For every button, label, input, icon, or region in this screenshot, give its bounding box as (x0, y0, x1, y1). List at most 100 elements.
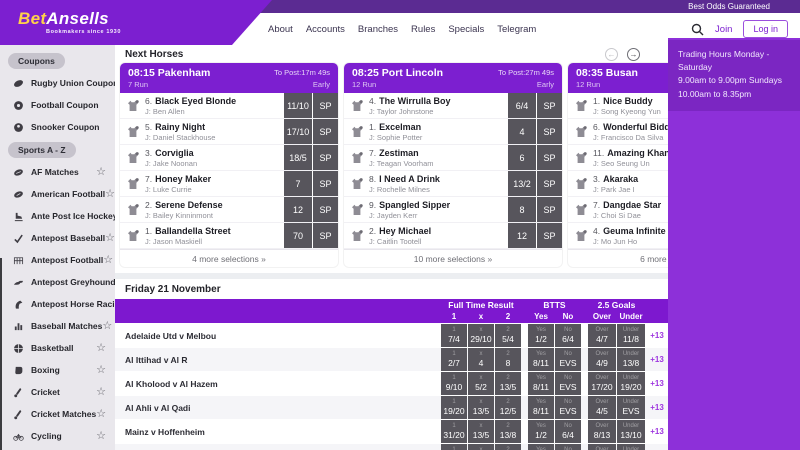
next-races-button[interactable]: → (627, 47, 640, 61)
fixture-match-name[interactable]: Al Ahli v Al Qadi (115, 396, 440, 419)
sidebar-item-boxing[interactable]: Boxing ☆ (0, 359, 115, 381)
price-odds-button[interactable]: 8 (508, 197, 536, 222)
sp-odds-button[interactable]: SP (536, 119, 562, 144)
favourite-star-icon[interactable]: ☆ (96, 430, 106, 442)
fixture-odds-button[interactable]: No 6/4 (555, 420, 581, 443)
more-markets-count[interactable]: +13 (646, 324, 668, 347)
sidebar-item-ante-post-ice-hockey[interactable]: Ante Post Ice Hockey☆ (0, 205, 115, 227)
fixture-odds-button[interactable]: Yes 1/2 (528, 420, 554, 443)
sp-odds-button[interactable]: SP (312, 93, 338, 118)
sp-odds-button[interactable]: SP (312, 197, 338, 222)
favourite-star-icon[interactable]: ☆ (96, 342, 106, 354)
more-markets-count[interactable]: +13 (646, 420, 668, 443)
sidebar-item-baseball-matches[interactable]: Baseball Matches ☆ (0, 315, 115, 337)
fixture-odds-button[interactable]: Yes 1/2 (528, 324, 554, 347)
more-selections-link[interactable]: 4 more selections » (120, 249, 338, 267)
favourite-star-icon[interactable]: ☆ (102, 320, 112, 332)
prev-races-button[interactable]: ← (605, 47, 618, 61)
fixture-odds-button[interactable]: No EVS (555, 348, 581, 371)
price-odds-button[interactable]: 11/10 (284, 93, 312, 118)
nav-link-about[interactable]: About (268, 24, 293, 35)
price-odds-button[interactable]: 4 (508, 119, 536, 144)
sidebar-item-cycling[interactable]: Cycling ☆ (0, 425, 115, 447)
price-odds-button[interactable]: 70 (284, 223, 312, 248)
sidebar-item-antepost-greyhound[interactable]: Antepost Greyhound☆ (0, 271, 115, 293)
nav-link-specials[interactable]: Specials (448, 24, 484, 35)
price-odds-button[interactable]: 12 (284, 197, 312, 222)
sp-odds-button[interactable]: SP (536, 197, 562, 222)
sp-odds-button[interactable]: SP (536, 171, 562, 196)
price-odds-button[interactable]: 7 (284, 171, 312, 196)
fixture-odds-button[interactable]: 11/2 (441, 444, 467, 450)
more-markets-count[interactable]: +11 (646, 444, 668, 450)
fixture-match-name[interactable]: Adelaide Utd v Melbou (115, 324, 440, 347)
race-card-header[interactable]: 08:15 Pakenham 7 Run To Post:17m 49s Early (120, 63, 338, 93)
sidebar-item-basketball[interactable]: Basketball ☆ (0, 337, 115, 359)
more-selections-link[interactable]: 10 more selections » (344, 249, 562, 267)
favourite-star-icon[interactable]: ☆ (96, 386, 106, 398)
sidebar-item-snooker-coupon[interactable]: Snooker Coupon (0, 116, 115, 138)
sidebar-item-af-matches[interactable]: AF Matches ☆ (0, 161, 115, 183)
fixture-odds-button[interactable]: 2 5/4 (495, 324, 521, 347)
favourite-star-icon[interactable]: ☆ (105, 232, 115, 244)
fixture-odds-button[interactable]: 1 2/7 (441, 348, 467, 371)
fixture-odds-button[interactable]: Under19/20 (617, 444, 645, 450)
fixture-odds-button[interactable]: No4/5 (555, 444, 581, 450)
fixture-odds-button[interactable]: Over 8/13 (588, 420, 616, 443)
price-odds-button[interactable]: 6 (508, 145, 536, 170)
sidebar-item-football-coupon[interactable]: Football Coupon (0, 94, 115, 116)
fixture-odds-button[interactable]: x 13/5 (468, 396, 494, 419)
favourite-star-icon[interactable]: ☆ (96, 166, 106, 178)
sidebar-item-antepost-football[interactable]: Antepost Football ☆ (0, 249, 115, 271)
nav-link-branches[interactable]: Branches (358, 24, 398, 35)
fixture-odds-button[interactable]: No EVS (555, 372, 581, 395)
fixture-odds-button[interactable]: Over 4/7 (588, 324, 616, 347)
price-odds-button[interactable]: 18/5 (284, 145, 312, 170)
fixture-match-name[interactable]: Al Ittihad v Al R (115, 348, 440, 371)
fixture-odds-button[interactable]: 1 31/20 (441, 420, 467, 443)
favourite-star-icon[interactable]: ☆ (105, 188, 115, 200)
fixture-match-name[interactable]: Al Kholood v Al Hazem (115, 372, 440, 395)
fixture-odds-button[interactable]: 1 9/10 (441, 372, 467, 395)
fixture-odds-button[interactable]: x 29/10 (468, 324, 494, 347)
fixture-odds-button[interactable]: No EVS (555, 396, 581, 419)
search-icon[interactable] (691, 23, 704, 36)
sidebar-item-cricket[interactable]: Cricket ☆ (0, 381, 115, 403)
sp-odds-button[interactable]: SP (312, 223, 338, 248)
fixture-odds-button[interactable]: Under 13/8 (617, 348, 645, 371)
fixture-odds-button[interactable]: Yes 8/11 (528, 348, 554, 371)
favourite-star-icon[interactable]: ☆ (96, 364, 106, 376)
fixture-odds-button[interactable]: Under19/20 (617, 372, 645, 395)
nav-link-telegram[interactable]: Telegram (497, 24, 536, 35)
fixture-odds-button[interactable]: Under 13/10 (617, 420, 645, 443)
sidebar-item-antepost-horse-racing[interactable]: Antepost Horse Racing☆ (0, 293, 115, 315)
fixture-odds-button[interactable]: Yes 8/11 (528, 372, 554, 395)
fixture-odds-button[interactable]: 1 19/20 (441, 396, 467, 419)
nav-link-rules[interactable]: Rules (411, 24, 435, 35)
fixture-odds-button[interactable]: Under EVS (617, 396, 645, 419)
fixture-odds-button[interactable]: 28 (495, 348, 521, 371)
logo[interactable]: BetAnsells Bookmakers since 1930 (0, 0, 272, 45)
sp-odds-button[interactable]: SP (312, 145, 338, 170)
nav-link-accounts[interactable]: Accounts (306, 24, 345, 35)
fixture-odds-button[interactable]: No 6/4 (555, 324, 581, 347)
fixture-odds-button[interactable]: x 13/5 (468, 420, 494, 443)
fixture-odds-button[interactable]: x27/10 (468, 444, 494, 450)
more-markets-count[interactable]: +13 (646, 396, 668, 419)
price-odds-button[interactable]: 6/4 (508, 93, 536, 118)
fixture-odds-button[interactable]: 2 13/8 (495, 420, 521, 443)
price-odds-button[interactable]: 17/10 (284, 119, 312, 144)
fixture-odds-button[interactable]: Over17/20 (588, 444, 616, 450)
fixture-odds-button[interactable]: Yes 8/11 (528, 396, 554, 419)
sp-odds-button[interactable]: SP (312, 171, 338, 196)
fixture-odds-button[interactable]: Over 4/9 (588, 348, 616, 371)
sidebar-item-antepost-baseball[interactable]: Antepost Baseball ☆ (0, 227, 115, 249)
sp-odds-button[interactable]: SP (536, 145, 562, 170)
fixture-odds-button[interactable]: Yes10/11 (528, 444, 554, 450)
fixture-odds-button[interactable]: 1 7/4 (441, 324, 467, 347)
price-odds-button[interactable]: 13/2 (508, 171, 536, 196)
fixture-match-name[interactable]: Mainz v Hoffenheim (115, 420, 440, 443)
sp-odds-button[interactable]: SP (536, 93, 562, 118)
race-card-header[interactable]: 08:25 Port Lincoln 12 Run To Post:27m 49s E… (344, 63, 562, 93)
sidebar-item-cricket-matches[interactable]: Cricket Matches ☆ (0, 403, 115, 425)
